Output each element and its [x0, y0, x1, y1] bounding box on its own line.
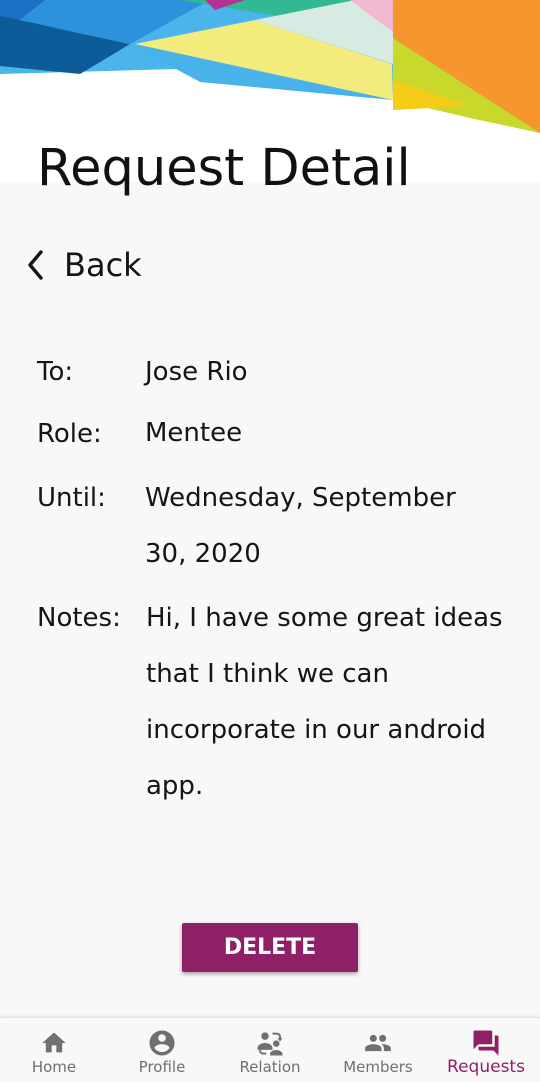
notes-label: Notes: — [37, 603, 121, 633]
nav-item-relation[interactable]: Relation — [216, 1018, 324, 1082]
until-label: Until: — [37, 483, 106, 513]
notes-value: Hi, I have some great ideas that I think… — [146, 603, 503, 801]
to-value: Jose Rio — [145, 357, 248, 387]
bottom-navigation: Home Profile Relation Members Requests — [0, 1017, 540, 1082]
back-label: Back — [64, 246, 142, 284]
chevron-left-icon — [20, 245, 50, 285]
page-title: Request Detail — [37, 139, 411, 198]
nav-label-requests: Requests — [447, 1057, 525, 1077]
request-detail-screen: Request Detail Back To: Jose Rio Role: M… — [0, 0, 540, 1082]
nav-item-requests[interactable]: Requests — [432, 1018, 540, 1082]
nav-item-home[interactable]: Home — [0, 1018, 108, 1082]
nav-label-relation: Relation — [239, 1058, 301, 1076]
nav-item-profile[interactable]: Profile — [108, 1018, 216, 1082]
group-icon — [362, 1028, 394, 1058]
forum-icon — [470, 1028, 502, 1058]
role-value: Mentee — [145, 418, 243, 448]
home-icon — [38, 1028, 70, 1058]
people-sync-icon — [254, 1028, 286, 1058]
nav-label-home: Home — [31, 1058, 77, 1076]
delete-button[interactable]: DELETE — [182, 923, 358, 972]
role-label: Role: — [37, 419, 102, 449]
back-button[interactable]: Back — [20, 238, 142, 292]
nav-item-members[interactable]: Members — [324, 1018, 432, 1082]
to-label: To: — [37, 357, 74, 387]
nav-label-profile: Profile — [138, 1058, 186, 1076]
until-value: Wednesday, September 30, 2020 — [145, 483, 456, 569]
account-circle-icon — [146, 1028, 178, 1058]
nav-label-members: Members — [343, 1058, 413, 1076]
header-banner — [0, 0, 540, 133]
